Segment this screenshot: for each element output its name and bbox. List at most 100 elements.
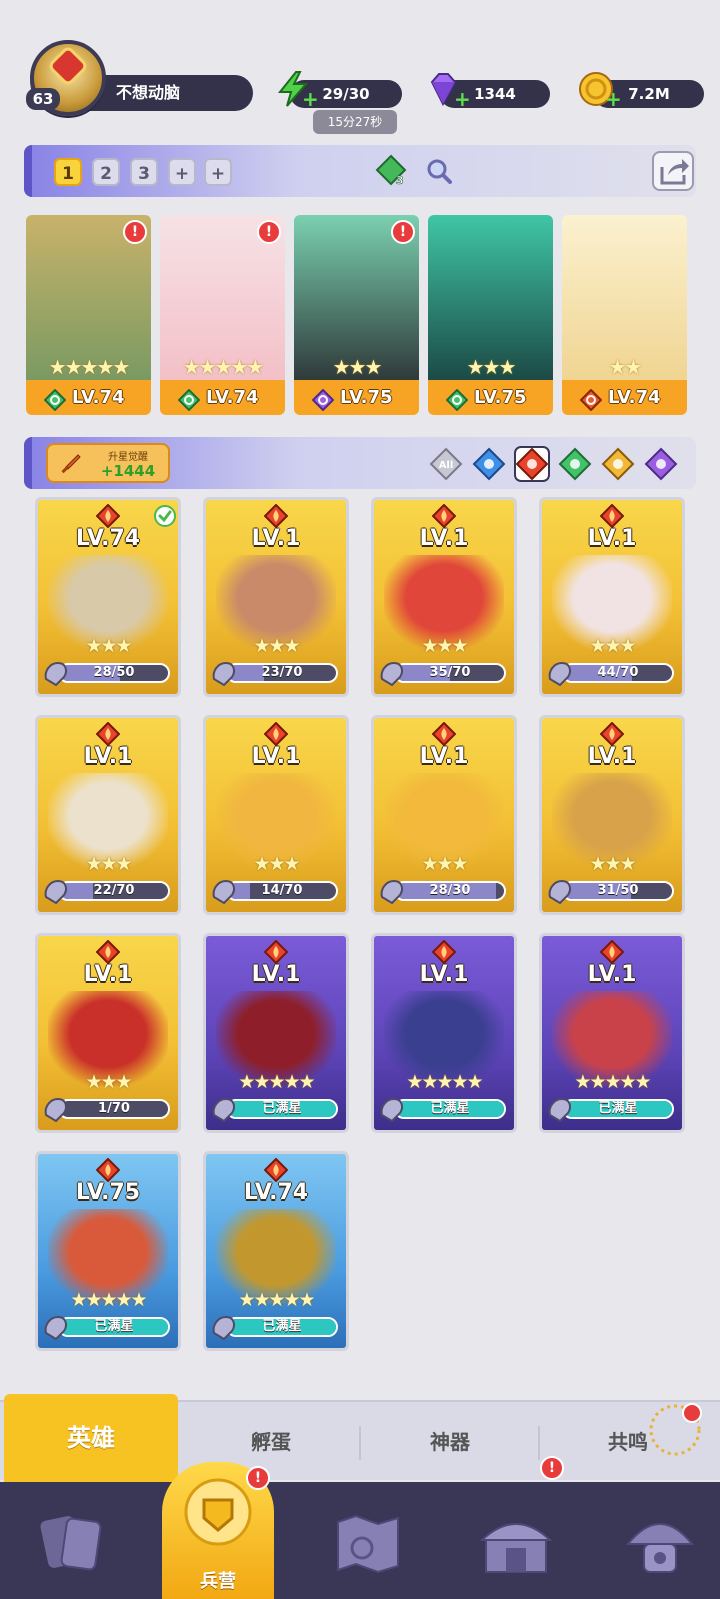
hero-stars: ★★ (608, 355, 643, 379)
shard-progress-bar: 28/50 (58, 663, 170, 683)
hero-alert-dot: ! (391, 220, 415, 244)
hero-shard-icon (380, 1097, 403, 1123)
hero-level: LV.1 (587, 744, 637, 769)
element-fire-icon (96, 504, 120, 528)
team-tab-3[interactable]: 3 (130, 158, 158, 186)
team-tab-add-1[interactable]: + (168, 158, 196, 186)
hero-card[interactable]: LV.1 ★★★ 28/30 (371, 715, 517, 915)
filter-light-icon[interactable] (600, 446, 636, 482)
hero-stars: ★★★ (466, 355, 517, 379)
hero-card[interactable]: LV.74 ★★★ 28/50 (35, 497, 181, 697)
shard-progress-bar: 已满星 (562, 1099, 674, 1119)
hero-card[interactable]: LV.1 ★★★ 22/70 (35, 715, 181, 915)
shard-progress-text: 已满星 (598, 1101, 638, 1116)
element-fire-icon (96, 1158, 120, 1182)
shard-progress-text: 35/70 (429, 665, 471, 680)
hero-card[interactable]: LV.75 ★★★★★ 已满星 (35, 1151, 181, 1351)
subtab-heroes[interactable]: 英雄 (4, 1394, 178, 1482)
element-fire-icon (264, 940, 288, 964)
filter-dark-icon[interactable] (643, 446, 679, 482)
energy-plus-icon[interactable]: + (302, 89, 319, 109)
shard-progress-text: 23/70 (261, 665, 303, 680)
hero-card[interactable]: LV.1 ★★★★★ 已满星 (539, 933, 685, 1133)
hero-stars: ★★★ (85, 853, 132, 875)
hero-level: LV.1 (419, 744, 469, 769)
team-hero-card[interactable]: ★★★ LV.75 (294, 215, 419, 415)
filter-all-icon[interactable]: All (428, 446, 464, 482)
hero-level: LV.1 (251, 962, 301, 987)
hero-card[interactable]: LV.1 ★★★ 44/70 (539, 497, 685, 697)
hero-card[interactable]: LV.1 ★★★★★ 已满星 (203, 933, 349, 1133)
shard-progress-bar: 35/70 (394, 663, 506, 683)
element-fire-icon (96, 722, 120, 746)
share-button[interactable] (652, 151, 694, 191)
hero-card[interactable]: LV.74 ★★★★★ 已满星 (203, 1151, 349, 1351)
hero-level: LV.1 (587, 962, 637, 987)
hero-card[interactable]: LV.1 ★★★ 1/70 (35, 933, 181, 1133)
team-hero-card[interactable]: ★★★ LV.75 (428, 215, 553, 415)
nav-guild[interactable] (584, 1482, 720, 1599)
element-wind-icon (178, 389, 200, 411)
sword-icon (61, 454, 81, 474)
team-tab-1[interactable]: 1 (54, 158, 82, 186)
nav-cards[interactable] (0, 1482, 144, 1599)
hero-level: LV.74 (243, 1180, 309, 1205)
shard-progress-bar: 已满星 (226, 1317, 338, 1337)
shard-progress-bar: 已满星 (394, 1099, 506, 1119)
hero-stars: ★★★ (85, 1071, 132, 1093)
share-icon (660, 159, 689, 185)
check-icon (154, 505, 176, 527)
filter-wind-icon[interactable] (557, 446, 593, 482)
shard-progress-bar: 已满星 (58, 1317, 170, 1337)
energy-timer: 15分27秒 (313, 110, 397, 134)
nav-barracks[interactable]: 兵营 ! (162, 1462, 274, 1599)
hero-shard-icon (212, 1097, 235, 1123)
team-tab-2[interactable]: 2 (92, 158, 120, 186)
hero-alert-dot: ! (123, 220, 147, 244)
shard-progress-text: 22/70 (93, 883, 135, 898)
player-level-badge: 63 (26, 88, 60, 110)
hero-card[interactable]: LV.1 ★★★★★ 已满星 (371, 933, 517, 1133)
element-fire-icon (432, 504, 456, 528)
shard-progress-bar: 31/50 (562, 881, 674, 901)
subtab-artifacts[interactable]: 神器 (362, 1402, 538, 1482)
team-hero-card[interactable]: ★★ LV.74 (562, 215, 687, 415)
search-icon[interactable] (425, 157, 453, 185)
element-fire-icon (264, 504, 288, 528)
hero-card[interactable]: LV.1 ★★★ 14/70 (203, 715, 349, 915)
element-fire-icon (264, 1158, 288, 1182)
hero-card[interactable]: LV.1 ★★★ 35/70 (371, 497, 517, 697)
shard-progress-text: 已满星 (262, 1101, 302, 1116)
filter-water-icon[interactable] (471, 446, 507, 482)
green-gem-icon[interactable]: 3 (375, 154, 407, 186)
shard-progress-bar: 14/70 (226, 881, 338, 901)
element-fire-icon (600, 504, 624, 528)
hero-stars: ★★★ (421, 635, 468, 657)
team-hero-card[interactable]: ★★★★★ LV.74 (160, 215, 285, 415)
team-hero-card[interactable]: ★★★★★ LV.74 (26, 215, 151, 415)
gold-plus-icon[interactable]: + (605, 89, 622, 109)
hero-card[interactable]: LV.1 ★★★ 23/70 (203, 497, 349, 697)
hero-level: LV.1 (83, 744, 133, 769)
shard-progress-bar: 22/70 (58, 881, 170, 901)
awaken-button[interactable]: 升星觉醒 +1444 (46, 443, 170, 483)
hero-shard-icon (44, 1315, 67, 1341)
shard-progress-bar: 28/30 (394, 881, 506, 901)
hero-shard-icon (380, 879, 403, 905)
shard-progress-text: 1/70 (98, 1101, 130, 1116)
hero-level: LV.1 (251, 744, 301, 769)
hero-card[interactable]: LV.1 ★★★ 31/50 (539, 715, 685, 915)
gems-plus-icon[interactable]: + (454, 89, 471, 109)
shard-progress-text: 已满星 (430, 1101, 470, 1116)
filter-fire-icon[interactable] (514, 446, 550, 482)
hero-stars: ★★★ (589, 635, 636, 657)
temple-icon (479, 1523, 553, 1573)
nav-temple[interactable]: ! (440, 1456, 584, 1599)
nav-map[interactable] (296, 1482, 440, 1599)
sparkle-ring-icon[interactable] (645, 1400, 705, 1460)
team-tab-add-2[interactable]: + (204, 158, 232, 186)
hero-shard-icon (44, 1097, 67, 1123)
hero-stars: ★★★ (421, 853, 468, 875)
hero-level: LV.1 (419, 526, 469, 551)
subtab-divider (359, 1426, 361, 1460)
